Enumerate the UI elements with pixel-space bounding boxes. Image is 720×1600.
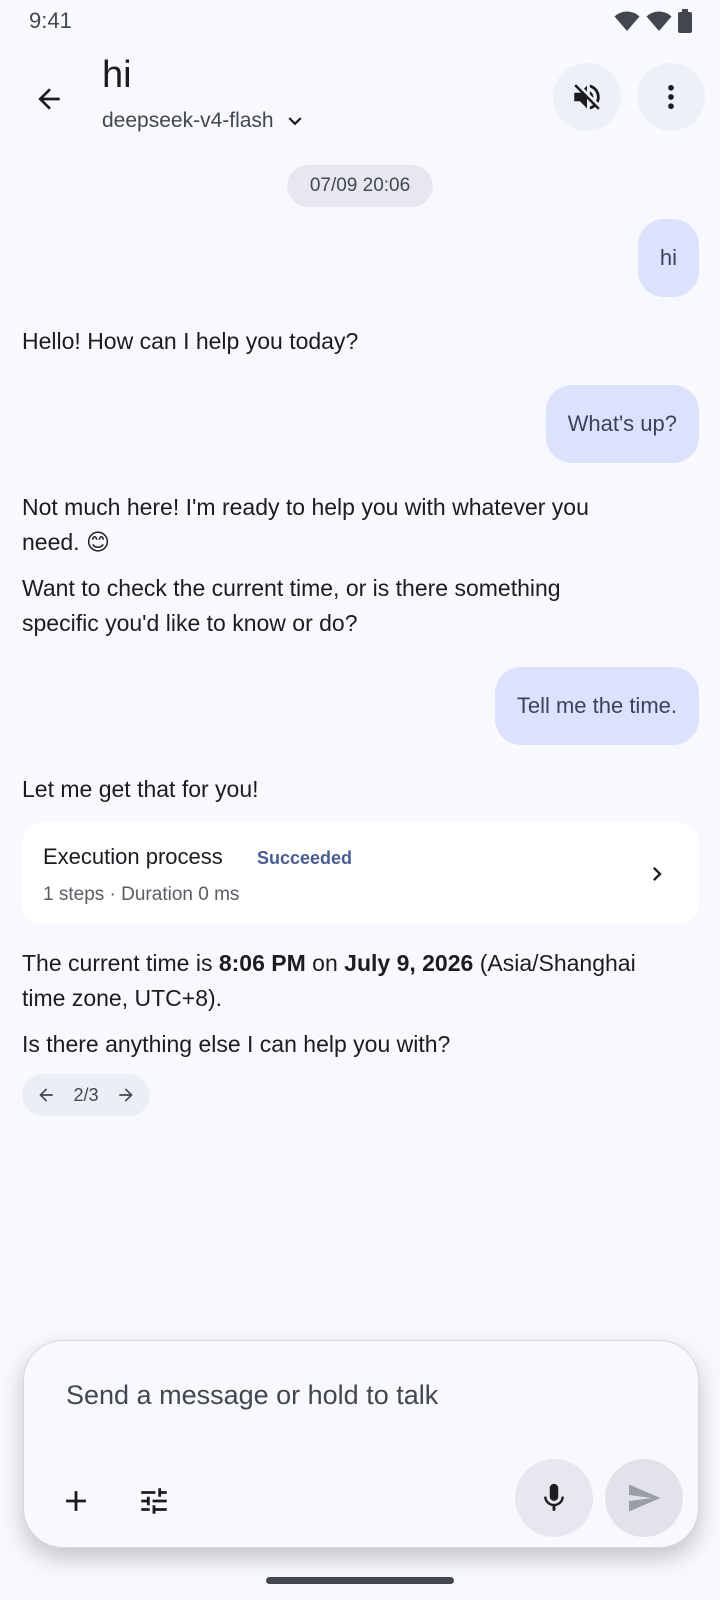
home-indicator[interactable] (266, 1577, 454, 1584)
assistant-message: Hello! How can I help you today? (22, 328, 359, 354)
response-pager: 2/3 (22, 1074, 150, 1116)
assistant-message-line: Not much here! I'm ready to help you wit… (22, 494, 589, 520)
chat-title: hi (102, 54, 132, 96)
more-options-button[interactable] (637, 63, 705, 131)
time-value: 8:06 PM (218, 950, 306, 976)
status-bar: 9:41 (0, 0, 720, 42)
battery-icon (678, 9, 692, 33)
volume-off-icon (574, 84, 600, 110)
time-prefix: The current time is (22, 950, 219, 976)
execution-title: Execution process (43, 844, 223, 869)
chevron-right-icon (653, 867, 662, 881)
execution-process-card[interactable]: Execution process Succeeded 1 steps · Du… (22, 822, 699, 924)
execution-meta: 1 steps · Duration 0 ms (43, 884, 240, 905)
assistant-message: Let me get that for you! (22, 776, 259, 802)
assistant-message: Not much here! I'm ready to help you wit… (22, 490, 589, 560)
assistant-message-line: Want to check the current time, or is th… (22, 575, 561, 601)
assistant-message: Is there anything else I can help you wi… (22, 1031, 451, 1057)
model-name: deepseek-v4-flash (102, 109, 274, 132)
execution-status-badge: Succeeded (257, 848, 353, 868)
status-time: 9:41 (29, 8, 72, 33)
time-suffix: (Asia/Shanghai (473, 950, 636, 976)
mic-icon (544, 1483, 564, 1511)
message-input[interactable] (66, 1373, 626, 1417)
assistant-message-line: The current time is 8:06 PM on July 9, 2… (22, 946, 636, 981)
tune-icon (141, 1488, 167, 1514)
assistant-message: The current time is 8:06 PM on July 9, 2… (22, 946, 636, 1016)
wifi-icon (614, 11, 640, 31)
signal-icon (646, 11, 672, 31)
assistant-message-line: specific you'd like to know or do? (22, 610, 358, 636)
pager-label: 2/3 (73, 1084, 99, 1105)
timestamp-chip: 07/09 20:06 (287, 165, 433, 207)
back-button[interactable] (24, 74, 74, 124)
chat-screen: 9:41 hi deepseek-v4-flash 07/09 20:06 hi… (0, 0, 720, 1600)
arrow-back-icon (38, 88, 60, 110)
send-button[interactable] (605, 1459, 683, 1537)
user-message-bubble[interactable]: hi (637, 219, 699, 297)
arrow-left-icon[interactable] (36, 1085, 56, 1105)
user-message-bubble[interactable]: What's up? (545, 385, 699, 463)
chat-settings-button[interactable] (130, 1477, 178, 1525)
model-selector[interactable]: deepseek-v4-flash (102, 108, 308, 134)
date-value: July 9, 2026 (344, 950, 474, 976)
plus-icon (66, 1491, 86, 1511)
message-composer (23, 1340, 699, 1548)
microphone-button[interactable] (515, 1459, 593, 1537)
arrow-right-icon[interactable] (116, 1085, 136, 1105)
send-icon (629, 1484, 661, 1512)
add-attachment-button[interactable] (52, 1477, 100, 1525)
chevron-down-icon (288, 117, 302, 126)
user-message-bubble[interactable]: Tell me the time. (494, 667, 699, 745)
assistant-message-line: time zone, UTC+8). (22, 985, 223, 1011)
time-mid: on (305, 950, 345, 976)
assistant-message: Want to check the current time, or is th… (22, 571, 561, 641)
more-vert-icon (668, 84, 674, 110)
status-icons (614, 9, 692, 33)
mute-button[interactable] (553, 63, 621, 131)
assistant-message-line: need. 😊 (22, 529, 110, 555)
